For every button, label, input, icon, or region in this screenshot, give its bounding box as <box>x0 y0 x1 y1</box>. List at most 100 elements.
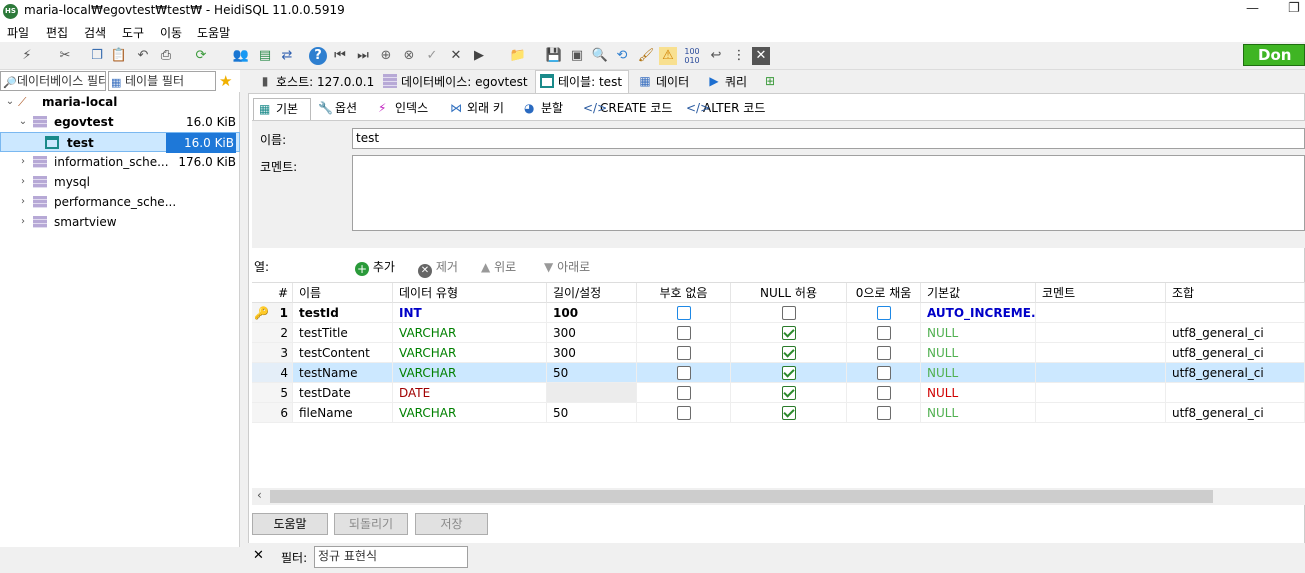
close-tab-icon[interactable]: ✕ <box>752 47 770 65</box>
save-button[interactable]: 저장 <box>415 513 488 535</box>
column-default[interactable]: NULL <box>921 343 1036 363</box>
post-icon[interactable]: ✓ <box>423 47 441 65</box>
nullable-checkbox[interactable] <box>782 386 796 400</box>
tab-database[interactable]: 데이터베이스: egovtest <box>378 70 529 93</box>
run-icon[interactable]: ▶ <box>470 47 488 65</box>
zerofill-cell[interactable] <box>847 403 921 423</box>
table-row[interactable]: 4 testName VARCHAR 50 NULL utf8_general_ci <box>252 363 1305 383</box>
chevron-right-icon[interactable]: › <box>18 172 28 192</box>
zerofill-cell[interactable] <box>847 363 921 383</box>
menu-help[interactable]: 도움말 <box>197 24 230 41</box>
nullable-checkbox[interactable] <box>782 326 796 340</box>
column-datatype[interactable]: DATE <box>393 383 547 403</box>
column-collation[interactable]: utf8_general_ci <box>1166 403 1305 423</box>
column-datatype[interactable]: INT <box>393 303 547 323</box>
warning-icon[interactable]: ⚠ <box>659 47 677 65</box>
remove-row-icon[interactable]: ⊗ <box>400 47 418 65</box>
nullable-cell[interactable] <box>731 303 847 323</box>
subtab-basic[interactable]: ▦ 기본 <box>253 98 311 120</box>
remove-column-button[interactable]: ✕ 제거 <box>418 258 458 278</box>
add-row-icon[interactable]: ⊕ <box>377 47 395 65</box>
header-length[interactable]: 길이/설정 <box>547 283 637 303</box>
subtab-create-code[interactable]: </> CREATE 코드 <box>578 98 672 120</box>
table-comment-input[interactable] <box>352 155 1305 231</box>
nullable-checkbox[interactable] <box>782 366 796 380</box>
row-number[interactable]: 3 <box>252 343 293 363</box>
table-row[interactable]: 3 testContent VARCHAR 300 NULL utf8_general_c… <box>252 343 1305 363</box>
help-icon[interactable]: ? <box>309 47 327 65</box>
table-row[interactable]: 5 testDate DATE NULL <box>252 383 1305 403</box>
subtab-options[interactable]: 🔧 옵션 <box>313 98 357 120</box>
restore-icon[interactable]: ❐ <box>1288 1 1300 16</box>
unsigned-checkbox[interactable] <box>677 386 691 400</box>
chevron-right-icon[interactable]: › <box>18 212 28 232</box>
column-default[interactable]: NULL <box>921 323 1036 343</box>
column-collation[interactable]: utf8_general_ci <box>1166 363 1305 383</box>
minimize-icon[interactable]: — <box>1246 1 1259 16</box>
column-default[interactable]: AUTO_INCREME... <box>921 303 1036 323</box>
nullable-cell[interactable] <box>731 363 847 383</box>
chevron-down-icon[interactable]: ⌄ <box>5 92 15 112</box>
refresh-icon[interactable]: ⟳ <box>192 47 210 65</box>
column-comment[interactable] <box>1036 303 1166 323</box>
tree-node-performance-schema[interactable]: › performance_sche... <box>0 192 240 212</box>
tab-table[interactable]: 테이블: test <box>535 70 630 93</box>
export-icon[interactable]: ▤ <box>256 47 274 65</box>
column-collation[interactable] <box>1166 383 1305 403</box>
column-default[interactable]: NULL <box>921 403 1036 423</box>
column-datatype[interactable]: VARCHAR <box>393 343 547 363</box>
column-collation[interactable] <box>1166 303 1305 323</box>
column-length[interactable]: 300 <box>547 323 637 343</box>
tree-node-egovtest[interactable]: ⌄ egovtest 16.0 KiB <box>0 112 240 132</box>
nullable-checkbox[interactable] <box>782 306 796 320</box>
undo-icon[interactable]: ↶ <box>134 47 152 65</box>
subtab-alter-code[interactable]: </> ALTER 코드 <box>681 98 765 120</box>
nullable-checkbox[interactable] <box>782 346 796 360</box>
subtab-indexes[interactable]: ⚡ 인덱스 <box>373 98 428 120</box>
header-nullable[interactable]: NULL 허용 <box>731 283 847 303</box>
database-filter-input[interactable]: 🔎 데이터베이스 필터 <box>0 71 106 91</box>
column-name[interactable]: fileName <box>293 403 393 423</box>
header-name[interactable]: 이름 <box>293 283 393 303</box>
unsigned-checkbox[interactable] <box>677 306 691 320</box>
menu-edit[interactable]: 편집 <box>46 24 68 41</box>
header-collation[interactable]: 조합 <box>1166 283 1305 303</box>
unsigned-cell[interactable] <box>637 403 731 423</box>
disconnect-icon[interactable]: ✂ <box>56 47 74 65</box>
zerofill-cell[interactable] <box>847 323 921 343</box>
column-length[interactable]: 100 <box>547 303 637 323</box>
unsigned-cell[interactable] <box>637 343 731 363</box>
horizontal-scrollbar[interactable]: ‹ <box>252 488 1305 505</box>
column-length[interactable] <box>547 383 637 403</box>
tab-host[interactable]: ▮ 호스트: 127.0.0.1 <box>253 70 375 93</box>
column-name[interactable]: testName <box>293 363 393 383</box>
transfer-icon[interactable]: ⇄ <box>278 47 296 65</box>
column-default[interactable]: NULL <box>921 383 1036 403</box>
user-manager-icon[interactable]: 👥 <box>232 47 250 65</box>
nullable-cell[interactable] <box>731 403 847 423</box>
column-collation[interactable]: utf8_general_ci <box>1166 323 1305 343</box>
table-row[interactable]: 2 testTitle VARCHAR 300 NULL utf8_general_ci <box>252 323 1305 343</box>
column-name[interactable]: testDate <box>293 383 393 403</box>
unsigned-cell[interactable] <box>637 303 731 323</box>
tab-query[interactable]: ▶ 쿼리 <box>702 70 748 93</box>
column-datatype[interactable]: VARCHAR <box>393 403 547 423</box>
row-number[interactable]: 6 <box>252 403 293 423</box>
column-comment[interactable] <box>1036 383 1166 403</box>
subtab-foreign-keys[interactable]: ⋈ 외래 키 <box>445 98 504 120</box>
new-query-tab[interactable]: ⊞ <box>758 70 778 93</box>
tree-node-mysql[interactable]: › mysql <box>0 172 240 192</box>
header-unsigned[interactable]: 부호 없음 <box>637 283 731 303</box>
menu-go[interactable]: 이동 <box>160 24 182 41</box>
tree-node-smartview[interactable]: › smartview <box>0 212 240 232</box>
unsigned-cell[interactable] <box>637 383 731 403</box>
column-length[interactable]: 300 <box>547 343 637 363</box>
nullable-cell[interactable] <box>731 323 847 343</box>
zerofill-cell[interactable] <box>847 343 921 363</box>
nullable-cell[interactable] <box>731 383 847 403</box>
zerofill-checkbox[interactable] <box>877 346 891 360</box>
copy-icon[interactable]: ❐ <box>88 47 106 65</box>
move-down-button[interactable]: ▼ 아래로 <box>544 258 590 276</box>
save-icon[interactable]: 💾 <box>545 47 563 65</box>
zerofill-checkbox[interactable] <box>877 366 891 380</box>
